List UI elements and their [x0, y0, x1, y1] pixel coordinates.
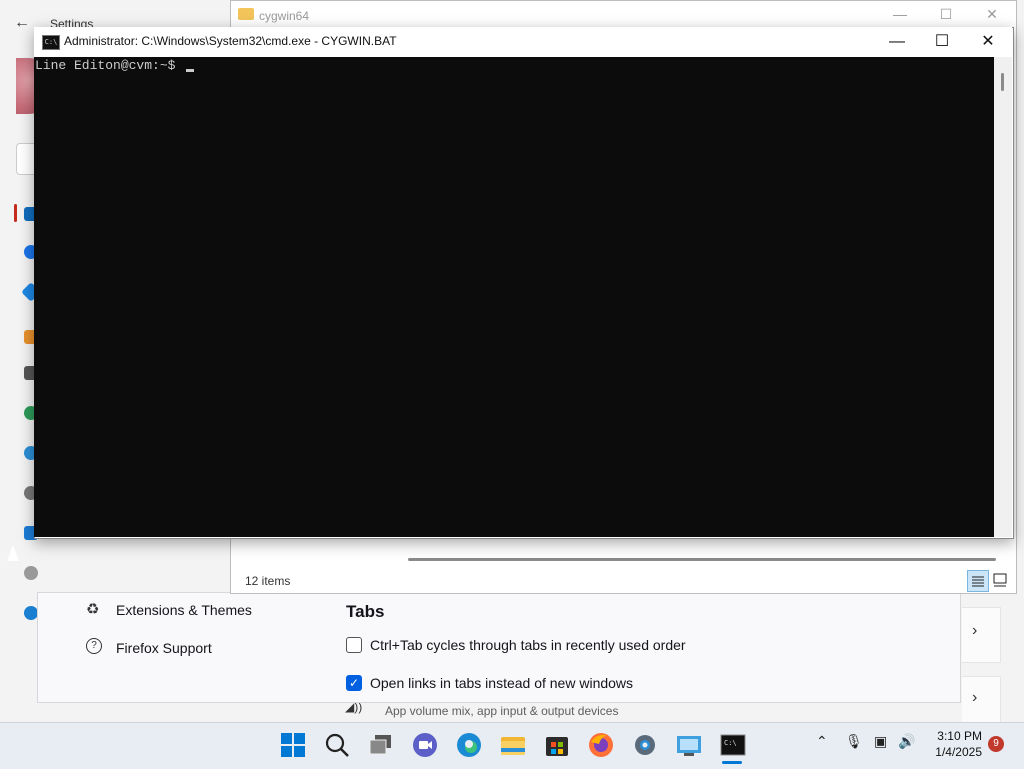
settings-card[interactable]: › — [962, 676, 1001, 724]
mouse-pointer-icon — [7, 545, 19, 561]
clock-time[interactable]: 3:10 PM — [934, 729, 982, 743]
cmd-icon[interactable]: C:\ — [718, 730, 748, 760]
svg-text:C:\: C:\ — [724, 739, 737, 747]
details-view-button[interactable] — [967, 570, 989, 592]
tabs-section-heading: Tabs — [346, 602, 385, 621]
open-links-option-label[interactable]: Open links in tabs instead of new window… — [370, 675, 633, 691]
meet-icon[interactable] — [410, 730, 440, 760]
store-icon[interactable] — [542, 730, 572, 760]
volume-mixer-description: App volume mix, app input & output devic… — [385, 704, 619, 718]
start-icon[interactable] — [278, 730, 308, 760]
sidebar-item-extensions-themes[interactable]: Extensions & Themes — [116, 602, 252, 618]
status-bar — [231, 566, 1015, 592]
items-count: 12 items — [245, 574, 291, 588]
settings-gear-icon[interactable] — [630, 730, 660, 760]
close-button[interactable]: ✕ — [980, 6, 1004, 23]
chevron-up-icon[interactable]: ⌃ — [816, 733, 828, 750]
microphone-icon[interactable]: 🎙 — [845, 733, 863, 750]
maximize-button[interactable]: ☐ — [934, 6, 958, 23]
large-icons-view-button[interactable] — [993, 572, 1007, 588]
console-area[interactable] — [34, 57, 994, 537]
details-view-icon — [972, 576, 984, 587]
cmd-close-button[interactable]: ✕ — [965, 30, 1011, 54]
network-icon[interactable]: ▣ — [874, 733, 887, 750]
sidebar-item-firefox-support[interactable]: Firefox Support — [116, 640, 212, 656]
puzzle-icon: ♻ — [86, 601, 100, 618]
file-explorer-icon[interactable] — [498, 730, 528, 760]
ctrl-tab-option-label[interactable]: Ctrl+Tab cycles through tabs in recently… — [370, 637, 686, 653]
nav-active-indicator — [14, 204, 17, 222]
task-view-icon[interactable] — [366, 730, 396, 760]
help-circle-icon: ? — [86, 638, 102, 654]
control-panel-icon[interactable] — [674, 730, 704, 760]
back-arrow-icon[interactable]: ← — [14, 14, 34, 34]
explorer-window-title: cygwin64 — [259, 9, 310, 23]
ctrl-tab-checkbox[interactable] — [346, 637, 362, 653]
active-app-indicator — [722, 761, 742, 764]
shell-prompt: Line Editon@cvm:~$ — [35, 58, 184, 73]
edge-icon[interactable] — [454, 730, 484, 760]
large-icons-view-icon — [993, 573, 1007, 587]
cmd-maximize-button[interactable]: ☐ — [919, 30, 965, 54]
minimize-button[interactable]: — — [888, 6, 912, 22]
text-cursor — [186, 69, 194, 72]
chevron-right-icon: › — [972, 622, 978, 639]
settings-card[interactable]: › — [962, 607, 1001, 663]
cmd-app-icon: C:\ — [42, 35, 60, 50]
cmd-window-title: Administrator: C:\Windows\System32\cmd.e… — [64, 34, 397, 48]
notification-badge[interactable]: 9 — [988, 736, 1004, 752]
privacy-nav-icon[interactable] — [24, 566, 38, 580]
volume-icon[interactable]: 🔊 — [898, 733, 915, 750]
scrollbar-thumb[interactable] — [1001, 73, 1004, 91]
clock-date[interactable]: 1/4/2025 — [932, 745, 982, 759]
windows-update-nav-icon[interactable] — [24, 606, 38, 620]
open-links-in-tabs-checkbox[interactable]: ✓ — [346, 675, 362, 691]
vertical-scrollbar[interactable] — [994, 57, 1012, 537]
search-icon[interactable] — [322, 730, 352, 760]
firefox-icon[interactable] — [586, 730, 616, 760]
folder-icon — [238, 8, 254, 20]
chevron-right-icon: › — [972, 689, 978, 706]
cmd-minimize-button[interactable]: — — [874, 30, 920, 54]
horizontal-scrollbar[interactable] — [408, 558, 996, 561]
